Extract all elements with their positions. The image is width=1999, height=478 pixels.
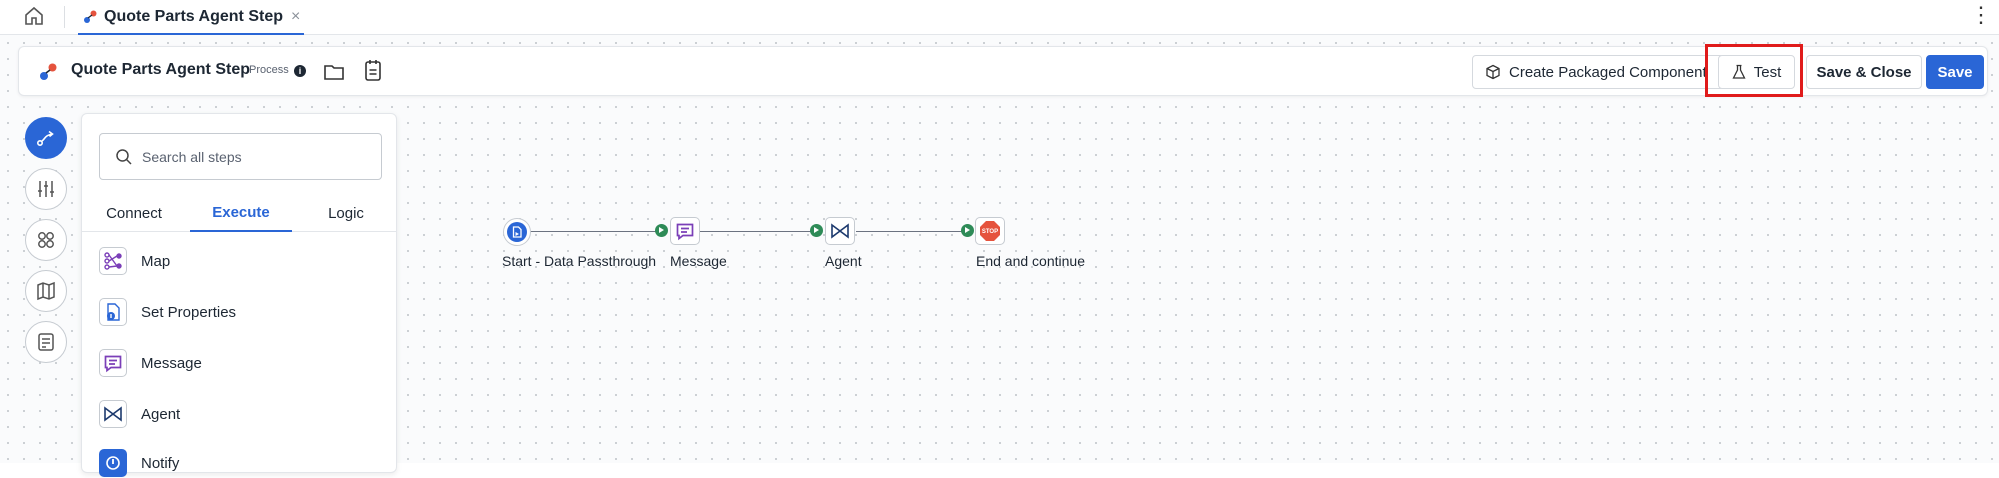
tab-logic[interactable]: Logic — [296, 194, 396, 232]
step-item-agent[interactable]: Agent — [99, 399, 180, 429]
create-packaged-component-label: Create Packaged Component — [1509, 63, 1707, 81]
step-item-label: Notify — [141, 454, 180, 472]
tab-bar: Quote Parts Agent Step × ⋮ — [0, 0, 1999, 35]
tab-label: Quote Parts Agent Step — [104, 7, 283, 25]
tab-execute[interactable]: Execute — [190, 194, 292, 232]
save-and-close-button[interactable]: Save & Close — [1806, 55, 1922, 89]
node-label-agent: Agent — [825, 253, 862, 269]
port-icon[interactable] — [810, 224, 823, 237]
start-node[interactable] — [503, 218, 531, 246]
save-button[interactable]: Save — [1926, 55, 1984, 89]
step-item-label: Message — [141, 354, 202, 372]
search-input[interactable] — [142, 146, 362, 168]
connector-line — [530, 231, 662, 232]
stop-icon: STOP — [980, 221, 1000, 241]
step-category-tabs: Connect Execute Logic — [82, 194, 396, 232]
flow-icon — [36, 130, 54, 147]
process-icon — [84, 10, 97, 23]
message-node[interactable] — [670, 217, 700, 245]
components-rail-button[interactable] — [25, 219, 67, 261]
notify-icon — [99, 449, 127, 477]
search-icon — [116, 149, 132, 165]
port-icon[interactable] — [655, 224, 668, 237]
port-icon[interactable] — [961, 224, 974, 237]
map-rail-button[interactable] — [25, 270, 67, 312]
process-toolbar: Quote Parts Agent Step Process i Create … — [18, 46, 1988, 96]
connector-line — [856, 231, 966, 232]
message-icon — [676, 223, 694, 241]
tab-divider — [64, 6, 65, 28]
node-label-start: Start - Data Passthrough — [502, 253, 657, 269]
grid-icon — [38, 232, 54, 248]
tab-close-icon[interactable]: × — [291, 8, 300, 26]
info-icon[interactable]: i — [294, 65, 306, 77]
step-item-message[interactable]: Message — [99, 348, 202, 378]
message-icon — [99, 349, 127, 377]
agent-icon — [831, 223, 849, 239]
step-item-label: Set Properties — [141, 303, 237, 321]
test-highlight-box — [1705, 44, 1803, 97]
map-shape-icon — [99, 247, 127, 275]
agent-node[interactable] — [825, 217, 855, 245]
step-item-notify[interactable]: Notify — [99, 448, 179, 478]
process-title: Quote Parts Agent Step — [71, 61, 250, 78]
flow-rail-button[interactable] — [25, 117, 67, 159]
stop-badge: STOP — [982, 229, 998, 235]
node-label-end: End and continue — [976, 253, 1085, 269]
notes-rail-button[interactable] — [25, 321, 67, 363]
home-icon[interactable] — [22, 4, 46, 28]
step-item-set-properties[interactable]: Set Properties — [99, 297, 236, 327]
create-packaged-component-button[interactable]: Create Packaged Component — [1472, 55, 1724, 89]
map-icon — [37, 281, 55, 301]
notes-icon — [38, 333, 54, 351]
connector-line — [700, 231, 812, 232]
tab-process[interactable]: Quote Parts Agent Step × — [78, 0, 305, 35]
steps-panel: Connect Execute Logic Map Set Properties — [81, 113, 397, 477]
node-label-message: Message — [670, 253, 727, 269]
folder-icon[interactable] — [322, 60, 346, 84]
agent-icon — [99, 400, 127, 428]
process-icon — [40, 63, 57, 80]
notes-icon[interactable] — [361, 58, 385, 84]
start-icon — [507, 222, 527, 242]
search-box[interactable] — [99, 133, 382, 180]
end-node[interactable]: STOP — [975, 217, 1005, 245]
more-options-icon[interactable]: ⋮ — [1970, 2, 1992, 28]
step-item-label: Map — [141, 252, 171, 270]
step-item-map[interactable]: Map — [99, 246, 170, 276]
set-properties-icon — [99, 298, 127, 326]
tab-connect[interactable]: Connect — [82, 194, 186, 232]
properties-rail-button[interactable] — [25, 168, 67, 210]
step-item-label: Agent — [141, 405, 181, 423]
package-icon — [1486, 64, 1500, 80]
sliders-icon — [38, 181, 54, 197]
process-type-label: Process — [249, 64, 289, 76]
